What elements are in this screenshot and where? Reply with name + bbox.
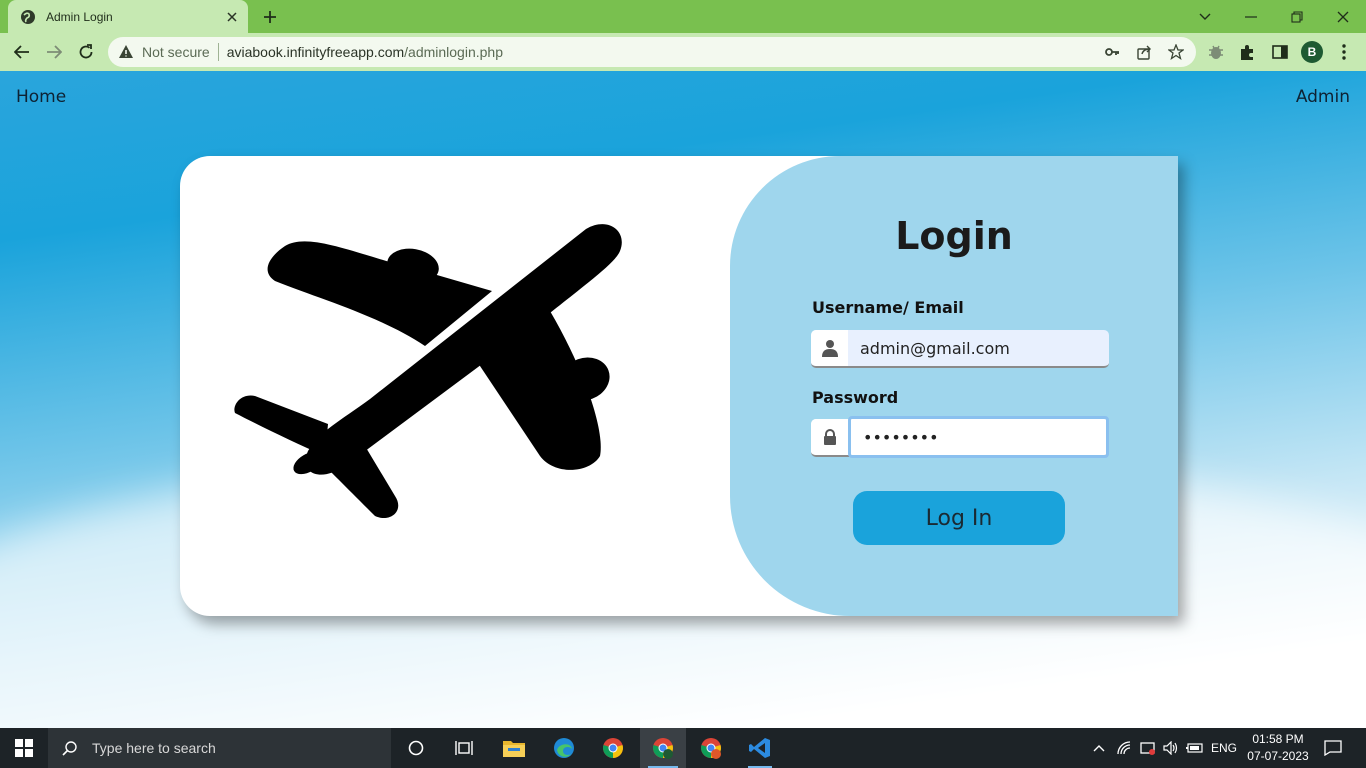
arrow-right-icon xyxy=(47,45,62,59)
close-icon xyxy=(1337,11,1349,22)
task-view-button[interactable] xyxy=(444,728,484,768)
bookmark-star-icon[interactable] xyxy=(1168,44,1184,60)
nav-home-link[interactable]: Home xyxy=(16,87,66,107)
tray-network[interactable] xyxy=(1114,728,1136,768)
chrome-icon xyxy=(603,738,623,758)
tab-title: Admin Login xyxy=(46,9,113,24)
windows-logo-icon xyxy=(15,739,33,757)
taskbar-chrome[interactable] xyxy=(593,728,633,768)
address-bar[interactable]: Not secure aviabook.infinityfreeapp.com/… xyxy=(108,37,1196,67)
back-button[interactable] xyxy=(10,40,34,64)
bug-icon xyxy=(1209,45,1223,59)
taskbar-vscode[interactable] xyxy=(740,728,780,768)
start-button[interactable] xyxy=(0,728,48,768)
notification-icon xyxy=(1324,740,1342,756)
tray-battery[interactable] xyxy=(1184,728,1206,768)
clock-date: 07-07-2023 xyxy=(1247,749,1309,763)
tray-meet-now[interactable] xyxy=(1137,728,1159,768)
language-indicator: ENG xyxy=(1210,741,1237,755)
login-card: Login Username/ Email Password Log In xyxy=(180,156,1178,616)
key-icon[interactable] xyxy=(1104,44,1120,60)
share-icon[interactable] xyxy=(1136,44,1152,60)
battery-icon xyxy=(1186,743,1203,753)
speaker-icon xyxy=(1163,741,1178,755)
clock-time: 01:58 PM xyxy=(1252,732,1304,746)
tray-overflow-button[interactable] xyxy=(1088,728,1110,768)
reload-icon xyxy=(79,44,93,59)
url-path: /adminlogin.php xyxy=(404,44,503,60)
username-field[interactable] xyxy=(811,330,1109,368)
vscode-icon xyxy=(749,738,770,758)
close-window-button[interactable] xyxy=(1320,0,1366,33)
windows-taskbar: Type here to search ENG 01:58 PM 07-07-2… xyxy=(0,728,1366,768)
restore-icon xyxy=(1291,10,1303,23)
taskbar-edge[interactable] xyxy=(544,728,584,768)
lock-icon xyxy=(811,419,848,455)
user-icon xyxy=(811,330,848,366)
tab-search-button[interactable] xyxy=(1182,0,1228,33)
close-icon[interactable] xyxy=(224,9,240,25)
warning-icon[interactable] xyxy=(118,44,134,60)
browser-tab-strip: Admin Login xyxy=(0,0,1366,33)
cortana-button[interactable] xyxy=(396,728,436,768)
url-domain: aviabook.infinityfreeapp.com xyxy=(226,44,405,60)
login-button[interactable]: Log In xyxy=(853,491,1065,545)
action-center-button[interactable] xyxy=(1318,728,1348,768)
tray-volume[interactable] xyxy=(1160,728,1182,768)
username-input[interactable] xyxy=(848,330,1109,366)
search-placeholder: Type here to search xyxy=(92,740,216,756)
puzzle-icon xyxy=(1241,45,1253,60)
page-viewport: Home Admin Login Username/ Email admin@g… xyxy=(0,71,1366,728)
address-divider xyxy=(217,43,219,61)
chevron-up-icon xyxy=(1093,745,1105,752)
taskbar-file-explorer[interactable] xyxy=(494,728,534,768)
new-tab-button[interactable] xyxy=(258,5,282,29)
taskbar-chrome-profile-m[interactable] xyxy=(690,728,732,768)
minimize-button[interactable] xyxy=(1228,0,1274,33)
taskbar-chrome-profile-b[interactable] xyxy=(640,728,686,768)
taskbar-clock[interactable]: 01:58 PM 07-07-2023 xyxy=(1243,731,1313,765)
tray-language[interactable]: ENG xyxy=(1208,728,1240,768)
taskbar-search[interactable]: Type here to search xyxy=(48,728,391,768)
chrome-profile-b-icon xyxy=(653,738,673,759)
chrome-profile-m-icon xyxy=(701,738,721,759)
kebab-menu-icon xyxy=(1342,44,1346,60)
forward-button[interactable] xyxy=(42,40,66,64)
side-panel-icon xyxy=(1272,45,1288,59)
browser-toolbar: Not secure aviabook.infinityfreeapp.com/… xyxy=(0,33,1366,71)
reload-button[interactable] xyxy=(74,40,98,64)
extensions-button[interactable] xyxy=(1238,42,1258,62)
cortana-icon xyxy=(408,740,424,756)
edge-icon xyxy=(554,738,574,758)
minimize-icon xyxy=(1245,15,1257,18)
extension-bug-button[interactable] xyxy=(1206,42,1226,62)
plus-icon xyxy=(264,11,276,23)
chevron-down-icon xyxy=(1199,13,1211,20)
arrow-left-icon xyxy=(14,45,29,59)
folder-icon xyxy=(503,741,525,757)
browser-tab[interactable]: Admin Login xyxy=(8,0,248,33)
security-label[interactable]: Not secure xyxy=(142,44,210,60)
login-panel: Login Username/ Email Password Log In xyxy=(730,156,1178,616)
profile-avatar[interactable]: B xyxy=(1301,41,1323,63)
meet-icon xyxy=(1140,742,1155,755)
globe-icon xyxy=(21,9,35,24)
password-label: Password xyxy=(812,388,899,407)
task-view-icon xyxy=(455,741,473,755)
restore-button[interactable] xyxy=(1274,0,1320,33)
url-text[interactable]: aviabook.infinityfreeapp.com/adminlogin.… xyxy=(227,44,503,60)
airplane-icon xyxy=(234,224,622,519)
password-input[interactable] xyxy=(848,416,1109,458)
nav-admin-link[interactable]: Admin xyxy=(1296,87,1350,107)
username-label: Username/ Email xyxy=(812,298,964,317)
login-title: Login xyxy=(895,214,1013,258)
password-field[interactable] xyxy=(811,416,1109,458)
search-icon xyxy=(62,741,77,756)
wifi-icon xyxy=(1117,741,1131,755)
side-panel-button[interactable] xyxy=(1270,42,1290,62)
browser-menu-button[interactable] xyxy=(1334,42,1354,62)
